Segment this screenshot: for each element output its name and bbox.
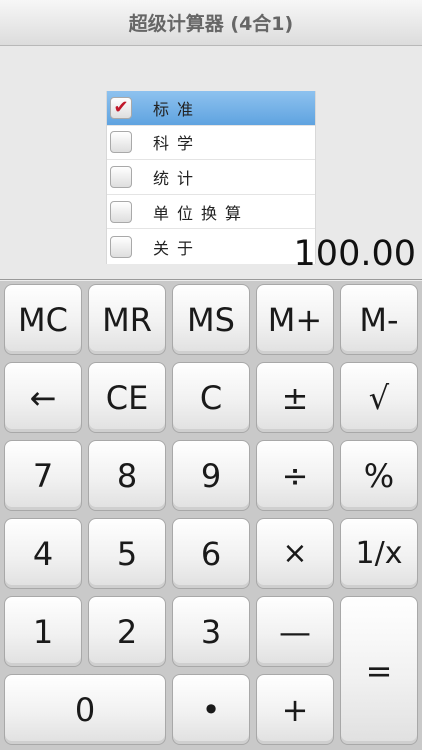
checkbox-icon[interactable] [110,235,132,258]
backspace-button[interactable]: ← [4,362,82,433]
memory-add-button[interactable]: M+ [256,284,334,355]
digit-7-button[interactable]: 7 [4,440,82,511]
digit-2-button[interactable]: 2 [88,596,166,667]
checkbox-checked-icon[interactable]: ✔ [110,96,132,119]
plus-minus-button[interactable]: ± [256,362,334,433]
digit-5-button[interactable]: 5 [88,518,166,589]
result-readout: 100.00 [293,234,416,274]
clear-button[interactable]: C [172,362,250,433]
memory-recall-button[interactable]: MR [88,284,166,355]
multiply-button[interactable]: × [256,518,334,589]
keypad: MC MR MS M+ M- ← CE C ± √ 7 8 9 ÷ % 4 5 … [0,281,422,750]
digit-8-button[interactable]: 8 [88,440,166,511]
digit-1-button[interactable]: 1 [4,596,82,667]
percent-button[interactable]: % [340,440,418,511]
checkbox-icon[interactable] [110,200,132,223]
mode-label: 单位换算 [153,203,250,223]
display-area: ✔ 标准 科学 统计 单位换算 关于 100.00 [0,46,422,280]
mode-label: 关于 [153,238,202,258]
checkbox-icon[interactable] [110,165,132,188]
memory-store-button[interactable]: MS [172,284,250,355]
checkbox-icon[interactable] [110,131,132,154]
memory-clear-button[interactable]: MC [4,284,82,355]
minus-button[interactable]: — [256,596,334,667]
memory-subtract-button[interactable]: M- [340,284,418,355]
divide-button[interactable]: ÷ [256,440,334,511]
app-title: 超级计算器 (4合1) [128,13,294,35]
digit-3-button[interactable]: 3 [172,596,250,667]
digit-0-button[interactable]: 0 [4,674,166,745]
clear-entry-button[interactable]: CE [88,362,166,433]
mode-label: 标准 [153,99,202,119]
mode-item-about[interactable]: 关于 [107,229,315,264]
mode-item-scientific[interactable]: 科学 [107,126,315,161]
mode-label: 科学 [153,134,202,154]
mode-label: 统计 [153,168,202,188]
digit-9-button[interactable]: 9 [172,440,250,511]
reciprocal-button[interactable]: 1/x [340,518,418,589]
title-bar: 超级计算器 (4合1) [0,0,422,46]
digit-4-button[interactable]: 4 [4,518,82,589]
decimal-point-button[interactable]: • [172,674,250,745]
digit-6-button[interactable]: 6 [172,518,250,589]
square-root-button[interactable]: √ [340,362,418,433]
equals-button[interactable]: = [340,596,418,745]
mode-menu: ✔ 标准 科学 统计 单位换算 关于 [106,91,316,264]
plus-button[interactable]: + [256,674,334,745]
mode-item-unit-conversion[interactable]: 单位换算 [107,195,315,230]
mode-item-standard[interactable]: ✔ 标准 [107,91,315,126]
mode-item-statistics[interactable]: 统计 [107,160,315,195]
